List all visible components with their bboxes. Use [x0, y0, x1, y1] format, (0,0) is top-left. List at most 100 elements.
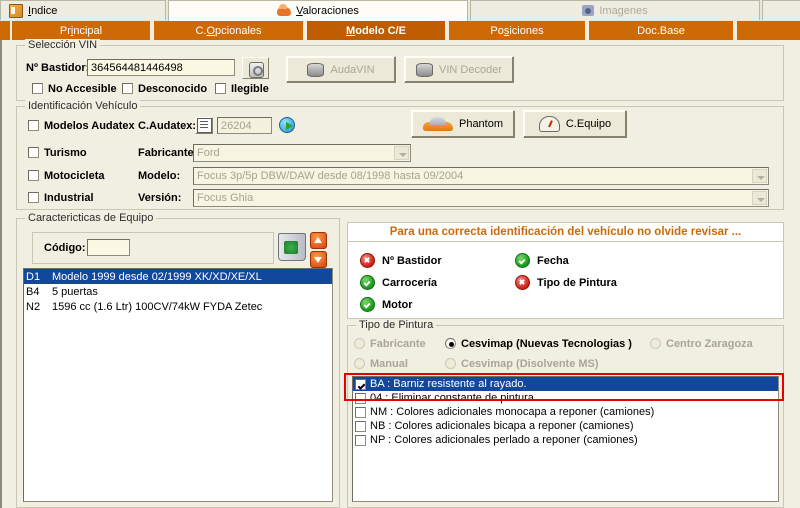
tab-indice-label: Indice: [28, 4, 58, 17]
phantom-label: Phantom: [458, 118, 504, 130]
checkbox-ilegible-label: Ilegible: [231, 83, 269, 95]
c-audatex-refresh-button[interactable]: [279, 117, 295, 133]
subtab-principal[interactable]: Principal: [10, 21, 152, 40]
list-item-text: 5 puertas: [52, 285, 98, 298]
list-item[interactable]: D1 Modelo 1999 desde 02/1999 XK/XD/XE/XL: [24, 269, 332, 284]
radio-cesvimap-disolvente[interactable]: [445, 358, 456, 369]
paint-option-checkbox[interactable]: [355, 420, 366, 432]
subtab-copcionales[interactable]: C.Opcionales: [152, 21, 305, 40]
fabricante-combo[interactable]: Ford: [193, 144, 411, 162]
radio-centro-zaragoza[interactable]: [650, 338, 661, 349]
status-ok-icon: [360, 297, 375, 312]
radio-cesvimap-nuevas-label: Cesvimap (Nuevas Tecnologias ): [461, 338, 632, 350]
bastidor-label: Nº Bastidor:: [26, 62, 90, 74]
database-icon: [416, 62, 433, 78]
radio-manual[interactable]: [354, 358, 365, 369]
paint-option-checkbox[interactable]: [355, 406, 366, 418]
subtab-doc-base[interactable]: Doc.Base: [587, 21, 735, 40]
bastidor-input[interactable]: [87, 59, 235, 76]
subtab-modelo-ce[interactable]: Modelo C/E: [305, 21, 447, 40]
tab-indice[interactable]: Indice: [0, 0, 166, 20]
database-icon: [307, 62, 325, 78]
paint-option-row[interactable]: NP : Colores adicionales perlado a repon…: [353, 433, 778, 447]
checkbox-industrial[interactable]: [28, 192, 39, 203]
equipment-list[interactable]: D1 Modelo 1999 desde 02/1999 XK/XD/XE/XL…: [23, 268, 333, 502]
paint-option-row[interactable]: 04 : Eliminar constante de pintura.: [353, 391, 778, 405]
paint-option-row[interactable]: BA : Barniz resistente al rayado.: [353, 377, 778, 391]
radio-centro-zaragoza-label: Centro Zaragoza: [666, 338, 753, 350]
checkbox-desconocido[interactable]: [122, 83, 133, 94]
info-item-label: Nº Bastidor: [382, 254, 442, 267]
tab-overflow[interactable]: [762, 0, 800, 20]
chevron-down-icon[interactable]: [394, 146, 409, 160]
cequipo-label: C.Equipo: [565, 118, 612, 130]
cequipo-button[interactable]: C.Equipo: [523, 110, 627, 138]
vin-decoder-button[interactable]: VIN Decoder: [404, 56, 514, 83]
checkbox-motocicleta[interactable]: [28, 170, 39, 181]
version-value: Focus Ghia: [197, 192, 254, 204]
application-window: Indice Valoraciones Imagenes Principal C…: [0, 0, 800, 508]
vin-lookup-button[interactable]: [242, 57, 269, 79]
paint-option-label: NP : Colores adicionales perlado a repon…: [370, 434, 638, 446]
paint-option-label: BA : Barniz resistente al rayado.: [370, 378, 527, 390]
radio-fabricante[interactable]: [354, 338, 365, 349]
list-item-text: 1596 cc (1.6 Ltr) 100CV/74kW FYDA Zetec: [52, 300, 263, 313]
subtab-doc-base-label: Doc.Base: [637, 24, 685, 37]
paint-option-row[interactable]: NM : Colores adicionales monocapa a repo…: [353, 405, 778, 419]
subtab-overflow[interactable]: [735, 21, 800, 40]
vin-decoder-label: VIN Decoder: [439, 63, 502, 76]
c-audatex-edit-button[interactable]: [195, 117, 213, 134]
recycle-bin-icon[interactable]: [278, 233, 306, 261]
checkbox-ilegible[interactable]: [215, 83, 226, 94]
subtab-posiciones-label: Posiciones: [490, 24, 544, 37]
paint-option-checkbox[interactable]: [355, 392, 366, 404]
book-icon: [9, 3, 23, 18]
fabricante-value: Ford: [197, 147, 220, 159]
tab-valoraciones[interactable]: Valoraciones: [168, 0, 468, 21]
paint-option-checkbox[interactable]: [355, 378, 366, 390]
checkbox-no-accesible-label: No Accesible: [48, 83, 117, 95]
checkbox-modelos-audatex[interactable]: [28, 120, 39, 131]
audavin-button[interactable]: AudaVIN: [286, 56, 396, 83]
version-combo[interactable]: Focus Ghia: [193, 189, 769, 207]
arrow-down-icon[interactable]: [310, 251, 327, 268]
checkbox-industrial-label: Industrial: [44, 192, 94, 204]
status-bad-icon: [360, 253, 375, 268]
audavin-label: AudaVIN: [330, 63, 375, 76]
vin-group-label: Selección VIN: [25, 39, 101, 51]
arrow-up-icon[interactable]: [310, 232, 327, 249]
phantom-button[interactable]: Phantom: [411, 110, 515, 138]
c-audatex-label: C.Audatex:: [138, 120, 197, 132]
list-item-text: Modelo 1999 desde 02/1999 XK/XD/XE/XL: [52, 270, 262, 283]
chevron-down-icon[interactable]: [752, 169, 767, 183]
radio-manual-label: Manual: [370, 358, 408, 370]
modelo-value: Focus 3p/5p DBW/DAW desde 08/1998 hasta …: [197, 170, 464, 182]
subtab-posiciones[interactable]: Posiciones: [447, 21, 587, 40]
modelo-label: Modelo:: [138, 170, 181, 182]
status-ok-icon: [515, 253, 530, 268]
radio-fabricante-label: Fabricante: [370, 338, 426, 350]
paint-option-checkbox[interactable]: [355, 434, 366, 446]
equipment-group-label: Caractericticas de Equipo: [25, 212, 157, 224]
code-input[interactable]: [87, 239, 130, 256]
chevron-down-icon[interactable]: [752, 191, 767, 205]
gauge-icon: [538, 116, 560, 132]
globe-refresh-icon: [279, 117, 295, 133]
checkbox-turismo[interactable]: [28, 147, 39, 158]
vehicle-group-label: Identificación Vehículo: [25, 100, 141, 112]
paint-option-row[interactable]: NB : Colores adicionales bicapa a repone…: [353, 419, 778, 433]
fabricante-label: Fabricante:: [138, 147, 198, 159]
tab-imagenes[interactable]: Imagenes: [470, 0, 760, 20]
modelo-combo[interactable]: Focus 3p/5p DBW/DAW desde 08/1998 hasta …: [193, 167, 769, 185]
paint-options-list[interactable]: BA : Barniz resistente al rayado. 04 : E…: [352, 376, 779, 502]
info-item-fecha: Fecha: [515, 253, 569, 268]
radio-cesvimap-disolvente-label: Cesvimap (Disolvente MS): [461, 358, 599, 370]
info-header: Para una correcta identificación del veh…: [347, 222, 784, 242]
list-item[interactable]: B4 5 puertas: [24, 284, 332, 299]
radio-cesvimap-nuevas[interactable]: [445, 338, 456, 349]
list-item[interactable]: N2 1596 cc (1.6 Ltr) 100CV/74kW FYDA Zet…: [24, 299, 332, 314]
info-item-label: Motor: [382, 298, 413, 311]
tab-valoraciones-label: Valoraciones: [296, 5, 359, 17]
camera-icon: [582, 5, 595, 16]
checkbox-no-accesible[interactable]: [32, 83, 43, 94]
